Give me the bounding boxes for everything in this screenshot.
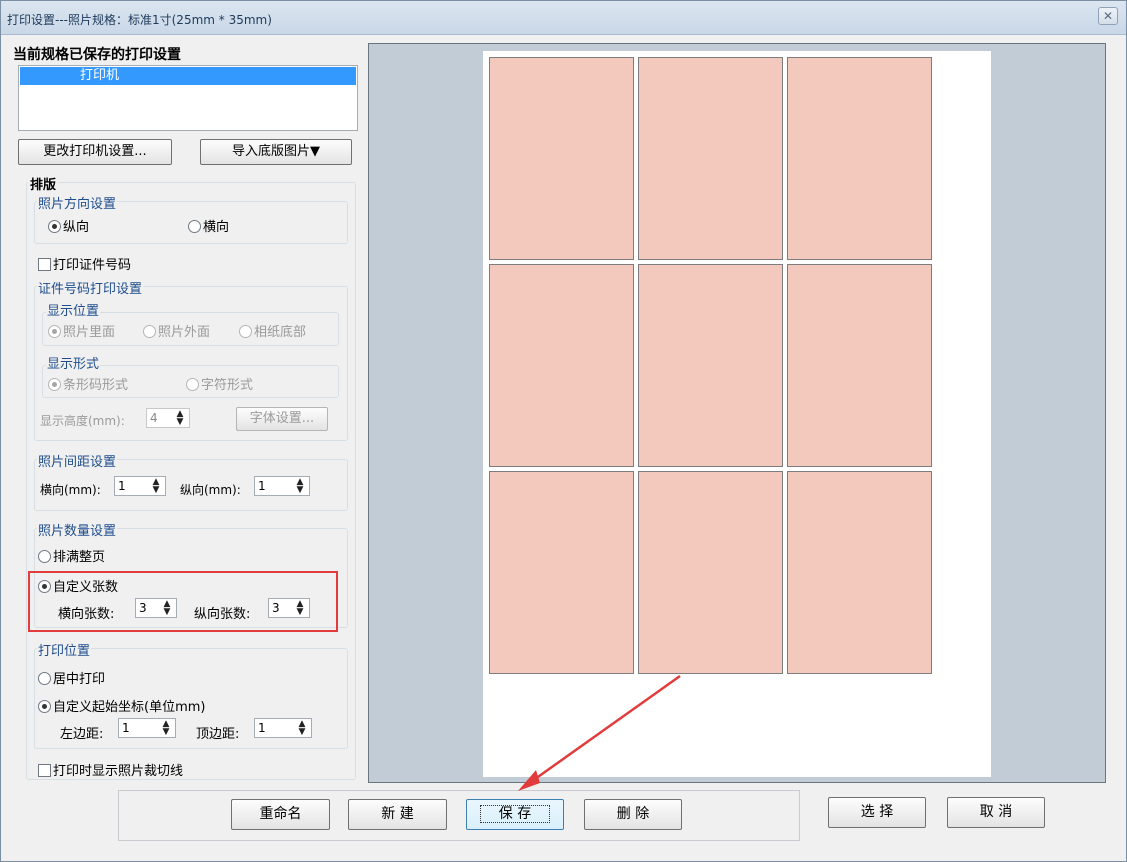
change-printer-button[interactable]: 更改打印机设置... (18, 139, 172, 165)
id-height-label: 显示高度(mm): (40, 414, 125, 428)
saved-settings-title: 当前规格已保存的打印设置 (13, 47, 181, 63)
photo-slot (489, 57, 634, 260)
photo-slot (489, 264, 634, 467)
show-cut-lines-checkbox[interactable]: 打印时显示照片裁切线 (38, 760, 183, 779)
bottom-button-frame (118, 790, 800, 841)
left-margin-value: 1 (122, 721, 130, 735)
title-bar: 打印设置---照片规格：标准1寸(25mm * 35mm) ✕ (1, 1, 1126, 35)
print-id-checkbox[interactable]: 打印证件号码 (38, 254, 131, 273)
radio-icon (186, 378, 199, 391)
portrait-radio[interactable]: 纵向 (48, 216, 89, 235)
cancel-button[interactable]: 取 消 (947, 797, 1045, 828)
id-outside-radio[interactable]: 照片外面 (143, 321, 210, 340)
photo-slot (638, 471, 783, 674)
id-bottom-radio[interactable]: 相纸底部 (239, 321, 306, 340)
custom-origin-radio[interactable]: 自定义起始坐标(单位mm) (38, 696, 205, 715)
id-barcode-label: 条形码形式 (63, 378, 129, 393)
id-outside-label: 照片外面 (158, 325, 211, 340)
print-id-label: 打印证件号码 (53, 258, 132, 273)
radio-selected-icon (38, 700, 51, 713)
print-preview (368, 43, 1106, 783)
radio-icon (38, 672, 51, 685)
window-title: 打印设置---照片规格：标准1寸(25mm * 35mm) (7, 13, 272, 27)
center-print-radio[interactable]: 居中打印 (38, 668, 105, 687)
highlight-frame (28, 571, 338, 632)
stepper-arrows-icon[interactable]: ▲ ▼ (173, 410, 187, 427)
left-margin-label: 左边距: (60, 727, 104, 742)
id-height-value: 4 (150, 411, 158, 425)
spacing-label: 照片间距设置 (37, 451, 118, 470)
save-button[interactable]: 保 存 (466, 799, 564, 830)
photo-slot (787, 57, 932, 260)
landscape-radio[interactable]: 横向 (188, 216, 229, 235)
id-bottom-label: 相纸底部 (254, 325, 307, 340)
fill-page-radio[interactable]: 排满整页 (38, 546, 105, 565)
center-print-label: 居中打印 (53, 672, 106, 687)
close-icon[interactable]: ✕ (1098, 7, 1118, 25)
radio-icon (188, 220, 201, 233)
save-label: 保 存 (479, 805, 551, 823)
spacing-horizontal-value: 1 (118, 479, 126, 493)
list-item-printer[interactable]: 打印机 (20, 67, 356, 85)
id-inside-radio[interactable]: 照片里面 (48, 321, 115, 340)
photo-slot (787, 471, 932, 674)
rename-button[interactable]: 重命名 (231, 799, 330, 830)
spacing-horizontal-stepper[interactable]: 1 ▲ ▼ (114, 476, 166, 496)
stepper-arrows-icon[interactable]: ▲ ▼ (159, 720, 173, 737)
portrait-label: 纵向 (63, 220, 90, 235)
radio-selected-icon (48, 378, 61, 391)
show-cut-lines-label: 打印时显示照片裁切线 (53, 764, 184, 779)
radio-icon (239, 325, 252, 338)
photo-slot (638, 57, 783, 260)
id-form-label: 显示形式 (46, 353, 101, 372)
radio-icon (38, 550, 51, 563)
spacing-vertical-value: 1 (258, 479, 266, 493)
font-settings-button[interactable]: 字体设置... (236, 407, 328, 431)
photo-slot (638, 264, 783, 467)
radio-icon (143, 325, 156, 338)
top-margin-label: 顶边距: (196, 727, 240, 742)
id-text-label: 字符形式 (201, 378, 254, 393)
id-settings-label: 证件号码打印设置 (37, 278, 144, 297)
import-template-button[interactable]: 导入底版图片▼ (200, 139, 352, 165)
id-inside-label: 照片里面 (63, 325, 116, 340)
layout-section-title: 排版 (28, 174, 59, 193)
print-position-label: 打印位置 (37, 640, 92, 659)
left-margin-stepper[interactable]: 1 ▲ ▼ (118, 718, 176, 738)
custom-origin-label: 自定义起始坐标(单位mm) (53, 700, 206, 715)
spacing-vertical-stepper[interactable]: 1 ▲ ▼ (254, 476, 310, 496)
stepper-arrows-icon[interactable]: ▲ ▼ (295, 720, 309, 737)
photo-slot (787, 264, 932, 467)
orientation-label: 照片方向设置 (37, 193, 118, 212)
spacing-vertical-label: 纵向(mm): (180, 483, 241, 497)
top-margin-stepper[interactable]: 1 ▲ ▼ (254, 718, 312, 738)
new-button[interactable]: 新 建 (348, 799, 447, 830)
checkbox-icon (38, 764, 51, 777)
top-margin-value: 1 (258, 721, 266, 735)
radio-selected-icon (48, 220, 61, 233)
id-barcode-radio[interactable]: 条形码形式 (48, 374, 128, 393)
id-position-label: 显示位置 (46, 300, 101, 319)
id-text-radio[interactable]: 字符形式 (186, 374, 253, 393)
checkbox-icon (38, 258, 51, 271)
stepper-arrows-icon[interactable]: ▲ ▼ (293, 478, 307, 495)
id-height-stepper[interactable]: 4 ▲ ▼ (146, 408, 190, 428)
delete-button[interactable]: 删 除 (584, 799, 682, 830)
select-button[interactable]: 选 择 (828, 797, 926, 828)
radio-selected-icon (48, 325, 61, 338)
spacing-horizontal-label: 横向(mm): (40, 483, 101, 497)
landscape-label: 横向 (203, 220, 230, 235)
photo-slot (489, 471, 634, 674)
paper-sheet (483, 51, 991, 777)
saved-settings-list[interactable]: 打印机 (18, 65, 358, 131)
fill-page-label: 排满整页 (53, 550, 106, 565)
stepper-arrows-icon[interactable]: ▲ ▼ (149, 478, 163, 495)
count-label: 照片数量设置 (37, 520, 118, 539)
